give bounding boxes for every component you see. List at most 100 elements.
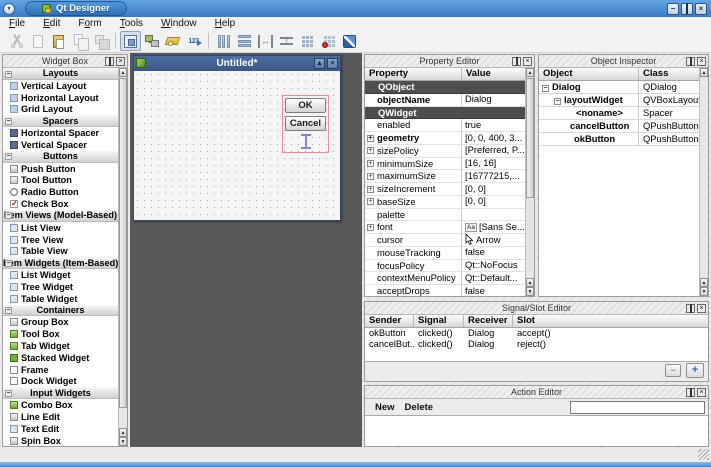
property-row[interactable]: +maximumSize[16777215,... bbox=[365, 170, 525, 183]
widget-item-horizontal-spacer[interactable]: Horizontal Spacer bbox=[3, 127, 118, 139]
paste-button[interactable] bbox=[48, 31, 69, 51]
value-column-header[interactable]: Value bbox=[462, 68, 525, 80]
widget-item-tool-button[interactable]: Tool Button bbox=[3, 174, 118, 186]
expand-icon[interactable]: + bbox=[367, 224, 374, 231]
edit-buddies-button[interactable] bbox=[162, 31, 183, 51]
object-row-dialog[interactable]: −DialogQDialog bbox=[539, 81, 699, 94]
collapse-icon[interactable]: − bbox=[554, 98, 561, 105]
property-column-header[interactable]: Property bbox=[365, 68, 462, 80]
widget-item-grid-layout[interactable]: Grid Layout bbox=[3, 103, 118, 115]
titlebar-tab[interactable]: Qt Designer bbox=[25, 1, 127, 16]
object-inspector-scrollbar[interactable]: ▲ ▲ ▼ bbox=[699, 68, 708, 296]
property-row[interactable]: +geometry[0, 0, 400, 3... bbox=[365, 132, 525, 145]
slot-column-header[interactable]: Slot bbox=[513, 315, 708, 327]
property-row[interactable]: contextMenuPolicyQt::Default... bbox=[365, 272, 525, 285]
menu-form[interactable]: Form bbox=[69, 17, 110, 30]
property-row[interactable]: +sizeIncrement[0, 0] bbox=[365, 183, 525, 196]
connection-row[interactable]: cancelBut... clicked() Dialog reject() bbox=[365, 339, 708, 350]
float-panel-button[interactable] bbox=[686, 304, 695, 313]
property-row[interactable]: enabledtrue bbox=[365, 119, 525, 132]
action-list[interactable] bbox=[365, 415, 708, 446]
expand-icon[interactable]: + bbox=[367, 173, 374, 180]
scroll-up-icon[interactable]: ▲ bbox=[526, 68, 534, 77]
resize-grip[interactable] bbox=[698, 449, 709, 460]
widget-item-frame[interactable]: Frame bbox=[3, 364, 118, 376]
adjust-size-button[interactable] bbox=[339, 31, 360, 51]
scroll-up-icon[interactable]: ▲ bbox=[700, 278, 708, 287]
delete-action-button[interactable]: Delete bbox=[405, 402, 434, 413]
form-titlebar[interactable]: Untitled* ▲ × bbox=[134, 56, 340, 71]
signal-slot-editor-header[interactable]: Signal/Slot Editor × bbox=[365, 302, 708, 315]
collapse-icon[interactable]: − bbox=[5, 390, 12, 397]
receiver-column-header[interactable]: Receiver bbox=[464, 315, 513, 327]
collapse-icon[interactable]: − bbox=[5, 307, 12, 314]
property-row[interactable]: objectNameDialog bbox=[365, 94, 525, 107]
new-action-button[interactable]: New bbox=[375, 402, 395, 413]
form-canvas[interactable]: OK Cancel bbox=[134, 71, 340, 220]
property-row[interactable]: focusPolicyQt::NoFocus bbox=[365, 260, 525, 273]
signal-column-header[interactable]: Signal bbox=[414, 315, 464, 327]
vbox-layout-selection[interactable]: OK Cancel bbox=[282, 95, 329, 153]
widget-item-horizontal-layout[interactable]: Horizontal Layout bbox=[3, 92, 118, 104]
close-panel-button[interactable]: × bbox=[523, 57, 532, 66]
class-column-header[interactable]: Class bbox=[639, 68, 699, 80]
widget-item-list-widget[interactable]: List Widget bbox=[3, 269, 118, 281]
sender-column-header[interactable]: Sender bbox=[365, 315, 414, 327]
object-row-noname[interactable]: <noname>Spacer bbox=[539, 107, 699, 120]
widget-item-table-widget[interactable]: Table Widget bbox=[3, 293, 118, 305]
connection-row[interactable]: okButton clicked() Dialog accept() bbox=[365, 328, 708, 339]
float-panel-button[interactable] bbox=[105, 57, 114, 66]
minimize-button[interactable]: − bbox=[667, 3, 679, 15]
widget-item-tab-widget[interactable]: Tab Widget bbox=[3, 340, 118, 352]
property-row[interactable]: +baseSize[0, 0] bbox=[365, 196, 525, 209]
widget-item-combo-box[interactable]: Combo Box bbox=[3, 399, 118, 411]
property-row[interactable]: +sizePolicy[Preferred, P... bbox=[365, 145, 525, 158]
ok-button[interactable]: OK bbox=[285, 98, 326, 113]
collapse-icon[interactable]: − bbox=[5, 212, 12, 219]
widget-box-scrollbar[interactable]: ▲ ▲ ▼ bbox=[118, 68, 127, 446]
property-row[interactable]: +minimumSize[16, 16] bbox=[365, 158, 525, 171]
layout-horizontal-splitter-button[interactable]: ↔ bbox=[255, 31, 276, 51]
scrollbar-thumb[interactable] bbox=[119, 78, 127, 408]
property-row[interactable]: mouseTrackingfalse bbox=[365, 247, 525, 260]
form-close-button[interactable]: × bbox=[327, 58, 338, 69]
section-layouts[interactable]: −Layouts bbox=[3, 68, 118, 80]
duplicate-button[interactable] bbox=[90, 31, 111, 51]
property-row[interactable]: cursorArrow bbox=[365, 234, 525, 247]
add-connection-button[interactable]: + bbox=[686, 363, 704, 378]
widget-item-stacked-widget[interactable]: Stacked Widget bbox=[3, 352, 118, 364]
object-row-cancelbutton[interactable]: cancelButtonQPushButton bbox=[539, 120, 699, 133]
expand-icon[interactable]: + bbox=[367, 147, 374, 154]
widget-item-line-edit[interactable]: Line Edit bbox=[3, 411, 118, 423]
window-menu-button[interactable]: ▼ bbox=[3, 3, 15, 15]
widget-item-tree-view[interactable]: Tree View bbox=[3, 234, 118, 246]
property-editor-header[interactable]: Property Editor × bbox=[365, 55, 534, 68]
layout-horizontally-button[interactable] bbox=[213, 31, 234, 51]
widget-item-push-button[interactable]: Push Button bbox=[3, 163, 118, 175]
action-editor-header[interactable]: Action Editor × bbox=[365, 386, 708, 399]
break-layout-button[interactable] bbox=[318, 31, 339, 51]
close-panel-button[interactable]: × bbox=[697, 304, 706, 313]
close-panel-button[interactable]: × bbox=[697, 57, 706, 66]
collapse-icon[interactable]: − bbox=[5, 118, 12, 125]
collapse-icon[interactable]: − bbox=[5, 71, 12, 78]
scroll-down-icon[interactable]: ▼ bbox=[700, 287, 708, 296]
object-inspector-header[interactable]: Object Inspector × bbox=[539, 55, 708, 68]
widget-item-text-edit[interactable]: Text Edit bbox=[3, 423, 118, 435]
section-spacers[interactable]: −Spacers bbox=[3, 115, 118, 127]
layout-vertically-button[interactable] bbox=[234, 31, 255, 51]
expand-icon[interactable]: + bbox=[367, 160, 374, 167]
edit-tab-order-button[interactable]: 123 bbox=[183, 31, 204, 51]
form-maximize-button[interactable]: ▲ bbox=[314, 58, 325, 69]
float-panel-button[interactable] bbox=[686, 388, 695, 397]
widget-item-radio-button[interactable]: Radio Button bbox=[3, 186, 118, 198]
menu-help[interactable]: Help bbox=[206, 17, 245, 30]
scroll-down-icon[interactable]: ▼ bbox=[526, 287, 534, 296]
close-button[interactable]: × bbox=[695, 3, 707, 15]
expand-icon[interactable]: + bbox=[367, 135, 374, 142]
widget-item-list-view[interactable]: List View bbox=[3, 222, 118, 234]
menu-tools[interactable]: Tools bbox=[111, 17, 152, 30]
scroll-up-icon[interactable]: ▲ bbox=[119, 68, 127, 77]
cancel-button[interactable]: Cancel bbox=[285, 116, 326, 131]
float-panel-button[interactable] bbox=[686, 57, 695, 66]
